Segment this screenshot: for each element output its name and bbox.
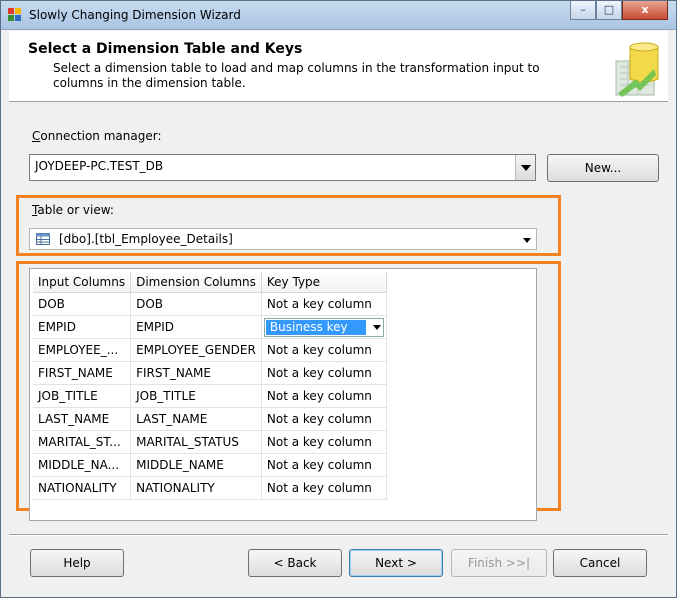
finish-button[interactable]: Finish >>| <box>451 549 547 577</box>
key-type-cell[interactable]: Not a key column <box>261 292 387 316</box>
minimize-button[interactable]: – <box>570 1 596 20</box>
page-title: Select a Dimension Table and Keys <box>28 41 303 57</box>
dimension-column-cell: EMPLOYEE_GENDER <box>130 338 262 362</box>
connection-manager-combobox[interactable]: JOYDEEP-PC.TEST_DB <box>29 154 536 181</box>
input-column-cell: JOB_TITLE <box>33 384 132 408</box>
key-type-cell[interactable]: Business key <box>261 315 387 339</box>
page-description: Select a dimension table to load and map… <box>53 61 540 90</box>
key-mapping-grid: Input Columns Dimension Columns Key Type… <box>29 268 537 521</box>
back-button[interactable]: < Back <box>248 549 342 577</box>
cancel-button[interactable]: Cancel <box>553 549 647 577</box>
connection-manager-value: JOYDEEP-PC.TEST_DB <box>35 159 164 173</box>
key-type-cell[interactable]: Not a key column <box>261 407 387 431</box>
input-column-cell: EMPLOYEE_... <box>33 338 132 362</box>
wizard-header: Select a Dimension Table and Keys Select… <box>9 31 668 102</box>
column-header-dimension[interactable]: Dimension Columns <box>130 272 262 293</box>
close-button[interactable]: x <box>622 1 668 20</box>
table-row[interactable]: MIDDLE_NA... MIDDLE_NAME Not a key colum… <box>33 453 387 477</box>
chevron-down-icon[interactable] <box>372 325 381 330</box>
key-type-cell[interactable]: Not a key column <box>261 338 387 362</box>
key-type-cell[interactable]: Not a key column <box>261 384 387 408</box>
key-type-cell[interactable]: Not a key column <box>261 361 387 385</box>
window-title: Slowly Changing Dimension Wizard <box>29 8 241 22</box>
maximize-button[interactable]: □ <box>596 1 622 20</box>
table-or-view-combobox[interactable]: [dbo].[tbl_Employee_Details] <box>29 228 537 250</box>
dimension-column-cell: JOB_TITLE <box>130 384 262 408</box>
new-connection-button[interactable]: New... <box>547 154 659 182</box>
table-row[interactable]: EMPID EMPID Business key <box>33 315 387 339</box>
column-header-key-type[interactable]: Key Type <box>261 272 387 293</box>
chevron-down-icon[interactable] <box>523 238 531 243</box>
help-button[interactable]: Help <box>30 549 124 577</box>
wizard-window: Slowly Changing Dimension Wizard – □ x S… <box>0 0 677 598</box>
table-or-view-label: Table or view: <box>32 203 114 217</box>
table-icon <box>36 233 50 245</box>
column-header-input[interactable]: Input Columns <box>33 272 132 293</box>
app-icon <box>8 8 22 22</box>
dimension-column-cell: DOB <box>130 292 262 316</box>
input-column-cell: DOB <box>33 292 132 316</box>
input-column-cell: MARITAL_ST... <box>33 430 132 454</box>
footer-separator <box>9 534 668 536</box>
title-bar: Slowly Changing Dimension Wizard – □ x <box>1 1 676 30</box>
next-button[interactable]: Next > <box>349 549 443 577</box>
dimension-column-cell: LAST_NAME <box>130 407 262 431</box>
table-row[interactable]: FIRST_NAME FIRST_NAME Not a key column <box>33 361 387 385</box>
table-row[interactable]: EMPLOYEE_... EMPLOYEE_GENDER Not a key c… <box>33 338 387 362</box>
connection-manager-label: Connection manager: <box>32 129 162 143</box>
dimension-column-cell: NATIONALITY <box>130 476 262 500</box>
key-type-selected: Business key <box>265 320 366 335</box>
key-mapping-table: Input Columns Dimension Columns Key Type… <box>33 272 387 500</box>
input-column-cell: LAST_NAME <box>33 407 132 431</box>
table-row[interactable]: DOB DOB Not a key column <box>33 292 387 316</box>
table-or-view-value: [dbo].[tbl_Employee_Details] <box>59 232 233 246</box>
table-row[interactable]: NATIONALITY NATIONALITY Not a key column <box>33 476 387 500</box>
table-row[interactable]: LAST_NAME LAST_NAME Not a key column <box>33 407 387 431</box>
dimension-column-cell: MARITAL_STATUS <box>130 430 262 454</box>
database-graphic-icon <box>615 42 659 97</box>
dimension-column-cell: FIRST_NAME <box>130 361 262 385</box>
input-column-cell: MIDDLE_NA... <box>33 453 132 477</box>
key-type-dropdown[interactable]: Business key <box>263 318 384 337</box>
key-type-cell[interactable]: Not a key column <box>261 453 387 477</box>
dimension-column-cell: MIDDLE_NAME <box>130 453 262 477</box>
key-type-cell[interactable]: Not a key column <box>261 476 387 500</box>
key-type-cell[interactable]: Not a key column <box>261 430 387 454</box>
input-column-cell: EMPID <box>33 315 132 339</box>
chevron-down-icon[interactable] <box>515 155 535 180</box>
table-row[interactable]: MARITAL_ST... MARITAL_STATUS Not a key c… <box>33 430 387 454</box>
dimension-column-cell: EMPID <box>130 315 262 339</box>
input-column-cell: FIRST_NAME <box>33 361 132 385</box>
table-row[interactable]: JOB_TITLE JOB_TITLE Not a key column <box>33 384 387 408</box>
input-column-cell: NATIONALITY <box>33 476 132 500</box>
